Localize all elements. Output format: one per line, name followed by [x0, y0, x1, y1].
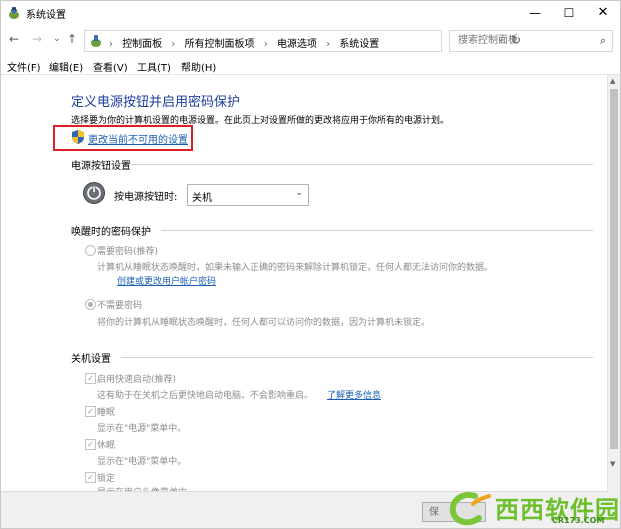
main-content: 定义电源按钮并启用密码保护 选择要为你的计算机设置的电源设置。在此页上对设置所做…: [1, 75, 608, 528]
wake-password-heading: 唤醒时的密码保护: [71, 227, 151, 238]
system-settings-window: 系统设置 — ☐ ✕ ← → ⌄ ↑ › 控制面板 › 所有控制面板项 › 电源…: [0, 0, 621, 529]
power-button-action-value: 关机: [192, 193, 212, 204]
power-button-label: 按电源按钮时:: [114, 192, 178, 203]
scrollbar-thumb[interactable]: [610, 89, 618, 449]
breadcrumb-separator-icon: ›: [263, 39, 268, 50]
menu-bar: 文件(F) 编辑(E) 查看(V) 工具(T) 帮助(H): [1, 56, 620, 75]
search-input[interactable]: [456, 34, 590, 47]
sleep-checkbox[interactable]: ✓: [85, 406, 96, 417]
no-password-radio[interactable]: [85, 299, 96, 310]
breadcrumb-all-items[interactable]: 所有控制面板项: [185, 39, 255, 50]
hibernate-checkbox[interactable]: ✓: [85, 439, 96, 450]
hibernate-label: 休眠: [97, 441, 116, 451]
menu-file[interactable]: 文件(F): [7, 59, 41, 74]
site-watermark: 西西软件园 CR173.COM: [447, 490, 619, 528]
address-bar[interactable]: › 控制面板 › 所有控制面板项 › 电源选项 › 系统设置 ⌄ ↻: [84, 30, 521, 52]
require-password-radio[interactable]: [85, 245, 96, 256]
fast-startup-checkbox[interactable]: ✓: [85, 373, 96, 384]
vertical-scrollbar[interactable]: ▲ ▼: [607, 75, 620, 528]
hibernate-description: 显示在"电源"菜单中。: [97, 457, 187, 467]
power-options-app-icon: [9, 7, 19, 19]
require-password-label: 需要密码(推荐): [97, 247, 159, 257]
breadcrumb-separator-icon: ›: [109, 39, 113, 50]
watermark-logo-icon: [449, 492, 491, 526]
scroll-up-arrow-icon[interactable]: ▲: [610, 77, 615, 85]
lock-label: 锁定: [97, 474, 116, 484]
control-panel-icon: [91, 35, 101, 47]
menu-edit[interactable]: 编辑(E): [49, 59, 83, 74]
title-bar: 系统设置 — ☐ ✕: [1, 1, 620, 25]
breadcrumb-separator-icon: ›: [326, 39, 331, 50]
power-button-action-select[interactable]: 关机 ⌄: [187, 184, 309, 206]
address-row: ← → ⌄ ↑ › 控制面板 › 所有控制面板项 › 电源选项 › 系统设置 ⌄…: [1, 29, 620, 53]
sleep-description: 显示在"电源"菜单中。: [97, 424, 187, 434]
no-password-description: 将你的计算机从睡眠状态唤醒时，任何人都可以访问你的数据，因为计算机未锁定。: [97, 318, 431, 328]
breadcrumb-separator-icon: ›: [171, 39, 176, 50]
shutdown-settings-heading: 关机设置: [71, 354, 111, 365]
breadcrumb-control-panel[interactable]: 控制面板: [122, 39, 162, 50]
section-divider: [121, 357, 593, 358]
search-icon[interactable]: ⌕: [600, 34, 606, 48]
chevron-down-icon: ⌄: [295, 188, 303, 198]
page-title: 定义电源按钮并启用密码保护: [71, 95, 241, 110]
maximize-button[interactable]: ☐: [552, 1, 586, 25]
section-divider: [161, 230, 593, 231]
recent-locations-chevron-icon[interactable]: ⌄: [53, 34, 61, 44]
menu-help[interactable]: 帮助(H): [181, 59, 216, 74]
menu-view[interactable]: 查看(V): [93, 59, 128, 74]
require-password-description: 计算机从睡眠状态唤醒时，如果未输入正确的密码来解除计算机锁定，任何人都无法访问你…: [97, 263, 494, 273]
sleep-label: 睡眠: [97, 408, 116, 418]
fast-startup-label: 启用快速启动(推荐): [97, 375, 177, 385]
lock-checkbox[interactable]: ✓: [85, 472, 96, 483]
learn-more-link[interactable]: 了解更多信息: [327, 388, 381, 401]
search-box[interactable]: ⌕: [449, 30, 613, 52]
forward-arrow-icon[interactable]: →: [32, 32, 42, 46]
breadcrumb-power-options[interactable]: 电源选项: [277, 39, 317, 50]
window-title: 系统设置: [26, 10, 66, 21]
power-button-heading: 电源按钮设置: [71, 161, 131, 172]
section-divider: [131, 164, 593, 165]
back-arrow-icon[interactable]: ←: [9, 32, 19, 46]
change-settings-text[interactable]: 更改当前不可用的设置: [88, 131, 188, 146]
breadcrumb-system-settings[interactable]: 系统设置: [339, 39, 379, 50]
uac-shield-icon: [72, 130, 84, 144]
menu-tools[interactable]: 工具(T): [137, 59, 171, 74]
create-password-link[interactable]: 创建或更改用户帐户密码: [117, 274, 216, 287]
radio-selected-dot: [88, 302, 93, 307]
fast-startup-description: 这有助于在关机之后更快地启动电脑。不会影响重启。: [97, 391, 314, 401]
up-arrow-icon[interactable]: ↑: [67, 32, 77, 46]
breadcrumb: › 控制面板 › 所有控制面板项 › 电源选项 › 系统设置: [109, 35, 385, 50]
scroll-down-arrow-icon[interactable]: ▼: [610, 460, 615, 468]
close-button[interactable]: ✕: [586, 1, 620, 25]
change-unavailable-settings-link[interactable]: 更改当前不可用的设置: [53, 125, 193, 151]
power-button-icon: [83, 182, 105, 204]
watermark-domain: CR173.COM: [552, 516, 605, 525]
no-password-label: 不需要密码: [97, 301, 143, 311]
minimize-button[interactable]: —: [518, 1, 552, 25]
